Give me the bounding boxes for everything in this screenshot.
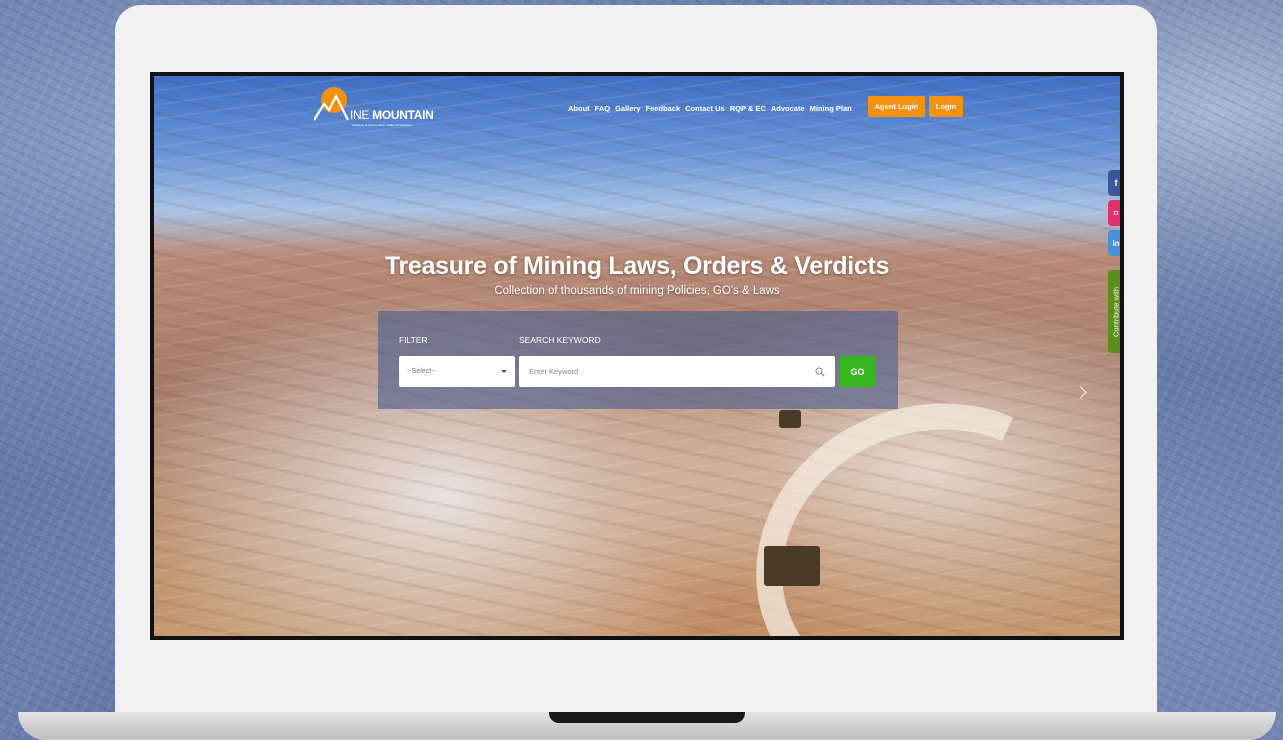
contribute-tab[interactable]: Contribute with [1108,270,1120,353]
hero-subtitle: Collection of thousands of mining Polici… [494,285,780,297]
site-logo[interactable]: INE MOUNTAIN Treasure of Mining Laws, Or… [314,84,434,128]
truck-image [764,546,820,586]
linkedin-icon[interactable]: in [1108,230,1120,256]
caret-down-icon [501,370,507,373]
nav-mining-plan[interactable]: Mining Plan [810,104,852,113]
facebook-icon[interactable]: f [1108,170,1120,196]
instagram-icon[interactable]: ◘ [1108,200,1120,226]
truck-image-small [779,410,801,428]
nav-contact-us[interactable]: Contact Us [685,104,725,113]
top-navbar: INE MOUNTAIN Treasure of Mining Laws, Or… [154,76,1120,136]
go-button[interactable]: GO [840,356,875,387]
logo-tagline: Treasure of Mining Laws, Orders & Soluti… [352,123,412,127]
laptop-screen: INE MOUNTAIN Treasure of Mining Laws, Or… [150,72,1124,640]
search-input[interactable] [529,367,815,376]
mountain-logo-icon [314,87,349,121]
logo-text: INE MOUNTAIN [350,108,434,122]
filter-select[interactable]: --Select-- [399,356,515,387]
nav-gallery[interactable]: Gallery [615,104,640,113]
nav-advocate[interactable]: Advocate [771,104,805,113]
main-menu: About FAQ Gallery Feedback Contact Us RQ… [568,104,852,113]
laptop-notch [549,712,745,723]
keyword-label: SEARCH KEYWORD [519,335,601,345]
agent-login-button[interactable]: Agent Login [868,96,925,117]
logo-name: MOUNTAIN [372,108,434,122]
filter-label: FILTER [399,335,428,345]
website-viewport: INE MOUNTAIN Treasure of Mining Laws, Or… [154,76,1120,636]
nav-rqp-ec[interactable]: RQP & EC [730,104,766,113]
hero-title: Treasure of Mining Laws, Orders & Verdic… [384,252,890,280]
keyword-field[interactable] [519,356,835,387]
logo-prefix: INE [350,108,370,122]
nav-faq[interactable]: FAQ [595,104,610,113]
login-button[interactable]: Login [929,96,963,117]
contribute-label: Contribute with [1111,286,1121,337]
nav-about[interactable]: About [568,104,590,113]
filter-select-value: --Select-- [407,368,436,375]
search-icon[interactable] [815,367,825,377]
nav-feedback[interactable]: Feedback [646,104,681,113]
search-panel: FILTER SEARCH KEYWORD --Select-- GO [378,311,898,409]
